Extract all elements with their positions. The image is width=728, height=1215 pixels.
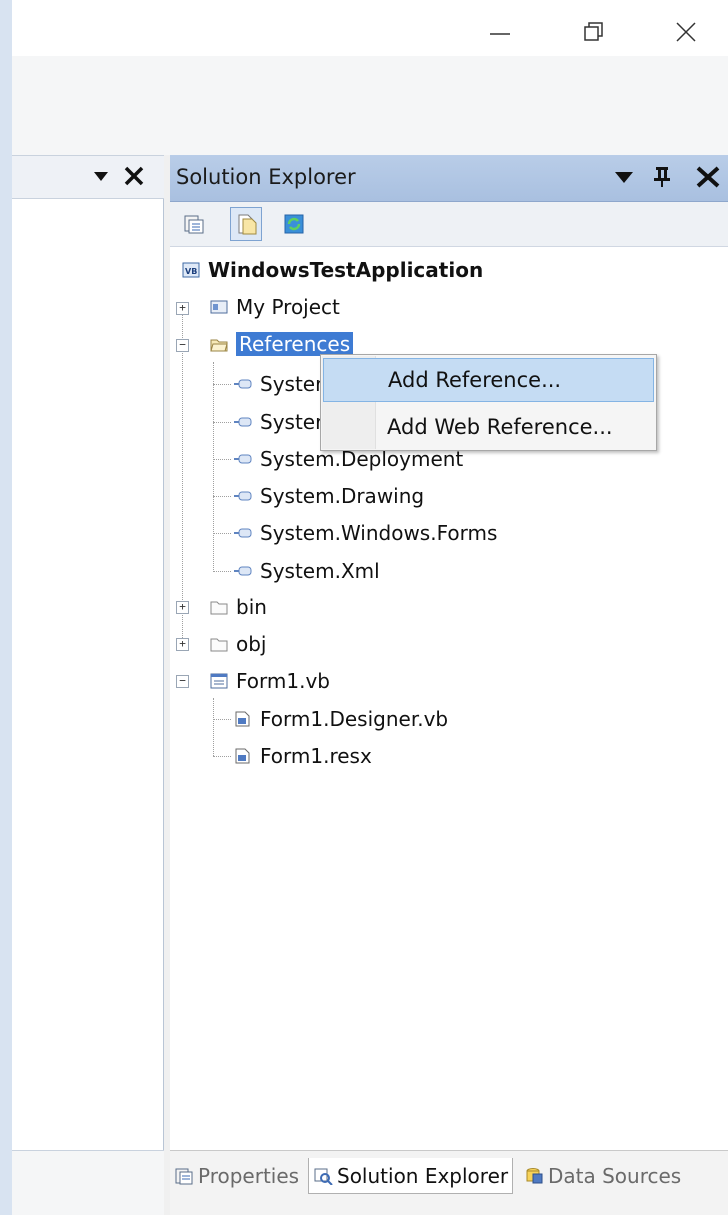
- tree-node-label: Form1.resx: [260, 744, 372, 768]
- properties-icon: [175, 1168, 193, 1185]
- my-project-icon: [210, 300, 228, 314]
- minimize-button[interactable]: [478, 10, 522, 54]
- tree-node-solution[interactable]: VB WindowsTestApplication: [182, 252, 483, 288]
- tree-line: [213, 362, 214, 572]
- tree-node-label: Form1.vb: [236, 669, 330, 693]
- tab-properties[interactable]: Properties: [174, 1158, 299, 1194]
- expand-toggle[interactable]: +: [176, 302, 189, 315]
- tree-node-label: System.Xml: [260, 559, 380, 583]
- properties-icon: [184, 215, 204, 234]
- show-all-files-toolbar-button[interactable]: [230, 207, 262, 241]
- tree-node-label: Syster: [260, 372, 324, 396]
- tree-node-reference[interactable]: System.Xml: [234, 553, 380, 589]
- tree-line: [213, 496, 231, 497]
- vb-file-icon: [235, 711, 250, 727]
- reference-icon: [234, 566, 252, 576]
- tree-node-file[interactable]: Form1.Designer.vb: [234, 701, 448, 737]
- form-icon: [210, 673, 228, 689]
- tree-node-label: Form1.Designer.vb: [260, 707, 449, 731]
- panel-title: Solution Explorer: [176, 165, 356, 189]
- tree-node-label: System.Drawing: [260, 484, 425, 508]
- tree-line: [213, 533, 231, 534]
- refresh-toolbar-button[interactable]: [278, 207, 310, 241]
- tree-node-label: WindowsTestApplication: [208, 258, 484, 282]
- tree-line: [213, 459, 231, 460]
- tree-line: [213, 698, 214, 756]
- tree-line: [213, 756, 231, 757]
- close-icon: [676, 22, 696, 42]
- window-border: [0, 0, 12, 1215]
- tree-line: [213, 384, 231, 385]
- svg-text:VB: VB: [185, 267, 197, 276]
- tree-node-label: System.Windows.Forms: [260, 521, 498, 545]
- tree-node-label: My Project: [236, 295, 340, 319]
- menu-item-label: Add Web Reference...: [387, 415, 613, 439]
- reference-icon: [234, 528, 252, 538]
- collapse-toggle[interactable]: −: [176, 339, 189, 352]
- minimize-icon: [490, 33, 510, 35]
- tab-label: Properties: [198, 1164, 300, 1188]
- tree-node-folder[interactable]: obj: [210, 626, 267, 662]
- pin-icon: [654, 167, 670, 187]
- title-bar: [12, 0, 728, 56]
- tree-node-my-project[interactable]: My Project: [210, 289, 340, 325]
- data-sources-icon: [526, 1168, 543, 1184]
- left-panel-body: [12, 199, 164, 1215]
- properties-toolbar-button[interactable]: [178, 207, 210, 241]
- folder-open-icon: [210, 339, 228, 352]
- tree-node-reference[interactable]: Syster: [234, 366, 323, 402]
- tab-data-sources[interactable]: Data Sources: [524, 1158, 681, 1194]
- tab-label: Solution Explorer: [337, 1163, 509, 1188]
- add-web-reference-menu-item[interactable]: Add Web Reference...: [323, 405, 654, 449]
- reference-icon: [234, 454, 252, 464]
- left-panel-close-button[interactable]: [122, 164, 146, 192]
- tree-node-folder[interactable]: bin: [210, 589, 267, 625]
- triangle-down-icon: [615, 172, 633, 183]
- folder-icon: [210, 601, 228, 615]
- menu-item-label: Add Reference...: [388, 368, 562, 392]
- tree-node-form[interactable]: Form1.vb: [210, 663, 330, 699]
- solution-explorer-icon: [314, 1168, 333, 1185]
- refresh-icon: [284, 214, 304, 234]
- tree-node-reference[interactable]: System.Drawing: [234, 478, 424, 514]
- vb-project-icon: VB: [182, 262, 200, 278]
- reference-icon: [234, 417, 252, 427]
- tree-line: [213, 719, 231, 720]
- context-menu: Add Reference... Add Web Reference...: [320, 354, 657, 451]
- expand-toggle[interactable]: +: [176, 638, 189, 651]
- triangle-down-icon: [94, 172, 108, 181]
- restore-button[interactable]: [572, 10, 616, 54]
- show-all-files-icon: [238, 214, 257, 235]
- left-panel-dropdown-button[interactable]: [92, 167, 110, 189]
- collapse-toggle[interactable]: −: [176, 675, 189, 688]
- tree-node-reference[interactable]: Syster: [234, 404, 323, 440]
- resx-file-icon: [235, 748, 250, 764]
- tree-node-label: bin: [236, 595, 267, 619]
- tree-line: [213, 422, 231, 423]
- tree-node-label: obj: [236, 632, 267, 656]
- restore-icon: [584, 22, 603, 41]
- reference-icon: [234, 491, 252, 501]
- reference-icon: [234, 379, 252, 389]
- toolbar-area: [12, 56, 728, 155]
- left-panel-footer: [12, 1150, 164, 1215]
- tree-node-label: References: [236, 332, 354, 356]
- window-close-button[interactable]: [664, 10, 708, 54]
- tree-node-file[interactable]: Form1.resx: [234, 738, 372, 774]
- panel-pin-button[interactable]: [651, 164, 673, 192]
- tree-node-reference[interactable]: System.Windows.Forms: [234, 515, 497, 551]
- folder-icon: [210, 638, 228, 652]
- tab-label: Data Sources: [548, 1164, 682, 1188]
- add-reference-menu-item[interactable]: Add Reference...: [323, 358, 654, 402]
- tree-node-label: Syster: [260, 410, 324, 434]
- expand-toggle[interactable]: +: [176, 601, 189, 614]
- close-icon: [124, 166, 144, 186]
- panel-dropdown-button[interactable]: [614, 168, 634, 190]
- panel-close-button[interactable]: [694, 164, 722, 194]
- close-icon: [696, 166, 720, 188]
- tab-solution-explorer[interactable]: Solution Explorer: [308, 1158, 514, 1194]
- tree-line: [213, 571, 231, 572]
